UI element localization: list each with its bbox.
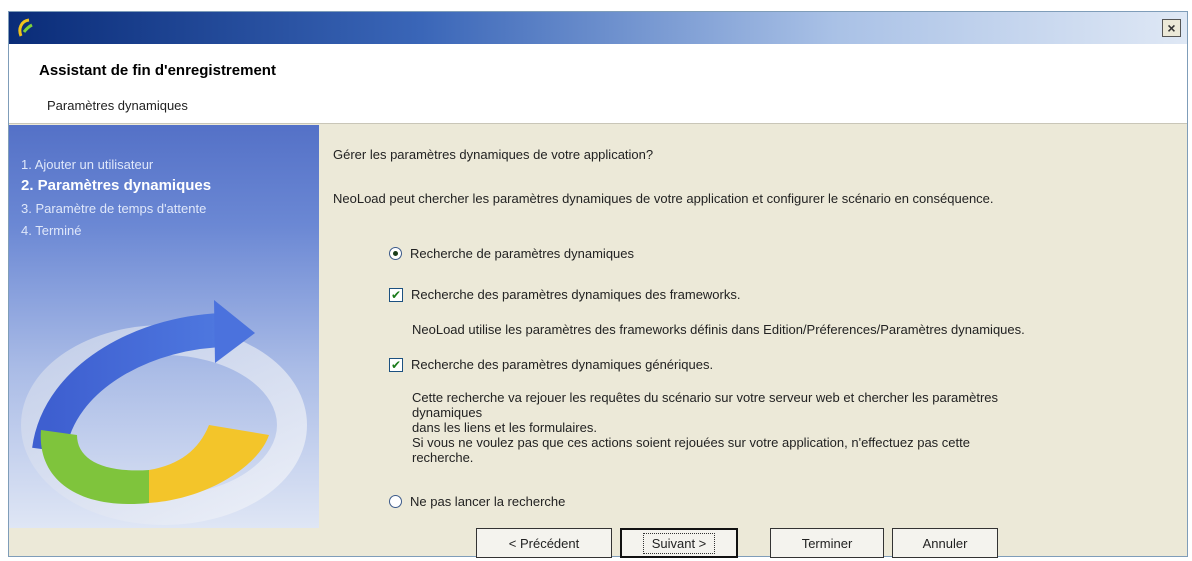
cancel-button[interactable]: Annuler (892, 528, 998, 558)
checkbox-frameworks-label: Recherche des paramètres dynamiques des … (411, 287, 741, 302)
checkbox-generic[interactable]: ✔ Recherche des paramètres dynamiques gé… (389, 357, 713, 372)
question-text: Gérer les paramètres dynamiques de votre… (333, 147, 654, 162)
generic-desc-line: Si vous ne voulez pas que ces actions so… (412, 435, 970, 450)
generic-description: Cette recherche va rejouer les requêtes … (412, 390, 1172, 465)
checkbox-frameworks[interactable]: ✔ Recherche des paramètres dynamiques de… (389, 287, 740, 302)
checkbox-generic-label: Recherche des paramètres dynamiques géné… (411, 357, 714, 372)
content-panel: Gérer les paramètres dynamiques de votre… (319, 125, 1189, 528)
title-bar: × (9, 12, 1187, 44)
step-3: 3. Paramètre de temps d'attente (21, 201, 207, 216)
finish-button[interactable]: Terminer (770, 528, 884, 558)
radio-search-label: Recherche de paramètres dynamiques (410, 246, 635, 261)
close-button[interactable]: × (1162, 19, 1181, 37)
radio-no-search[interactable]: Ne pas lancer la recherche (389, 494, 565, 509)
checkbox-checked-icon[interactable]: ✔ (389, 357, 403, 372)
button-bar: < Précédent Suivant > Terminer Annuler (9, 528, 1187, 558)
radio-selected-icon[interactable] (389, 247, 402, 260)
radio-no-search-label: Ne pas lancer la recherche (410, 494, 566, 509)
intro-text: NeoLoad peut chercher les paramètres dyn… (333, 191, 994, 206)
frameworks-description: NeoLoad utilise les paramètres des frame… (412, 322, 1025, 337)
wizard-header: Assistant de fin d'enregistrement Paramè… (9, 44, 1187, 124)
step-1: 1. Ajouter un utilisateur (21, 157, 154, 172)
wizard-title: Assistant de fin d'enregistrement (39, 62, 276, 79)
step-4: 4. Terminé (21, 223, 82, 238)
radio-unselected-icon[interactable] (389, 495, 402, 508)
wizard-window: × Assistant de fin d'enregistrement Para… (8, 11, 1189, 558)
generic-desc-line: recherche. (412, 450, 474, 465)
steps-sidebar: 1. Ajouter un utilisateur 2. Paramètres … (9, 125, 319, 528)
checkbox-checked-icon[interactable]: ✔ (389, 287, 403, 302)
generic-desc-line: Cette recherche va rejouer les requêtes … (412, 390, 999, 405)
generic-desc-line: dans les liens et les formulaires. (412, 420, 597, 435)
next-button-label: Suivant > (642, 532, 716, 554)
neoload-app-icon (18, 18, 33, 37)
circular-arrow-icon (21, 300, 307, 525)
generic-desc-line: dynamiques (412, 405, 483, 420)
step-2-current: 2. Paramètres dynamiques (21, 177, 212, 194)
wizard-subtitle: Paramètres dynamiques (47, 98, 188, 113)
radio-search-dynamic[interactable]: Recherche de paramètres dynamiques (389, 246, 634, 261)
next-button[interactable]: Suivant > (620, 528, 738, 558)
previous-button[interactable]: < Précédent (476, 528, 612, 558)
